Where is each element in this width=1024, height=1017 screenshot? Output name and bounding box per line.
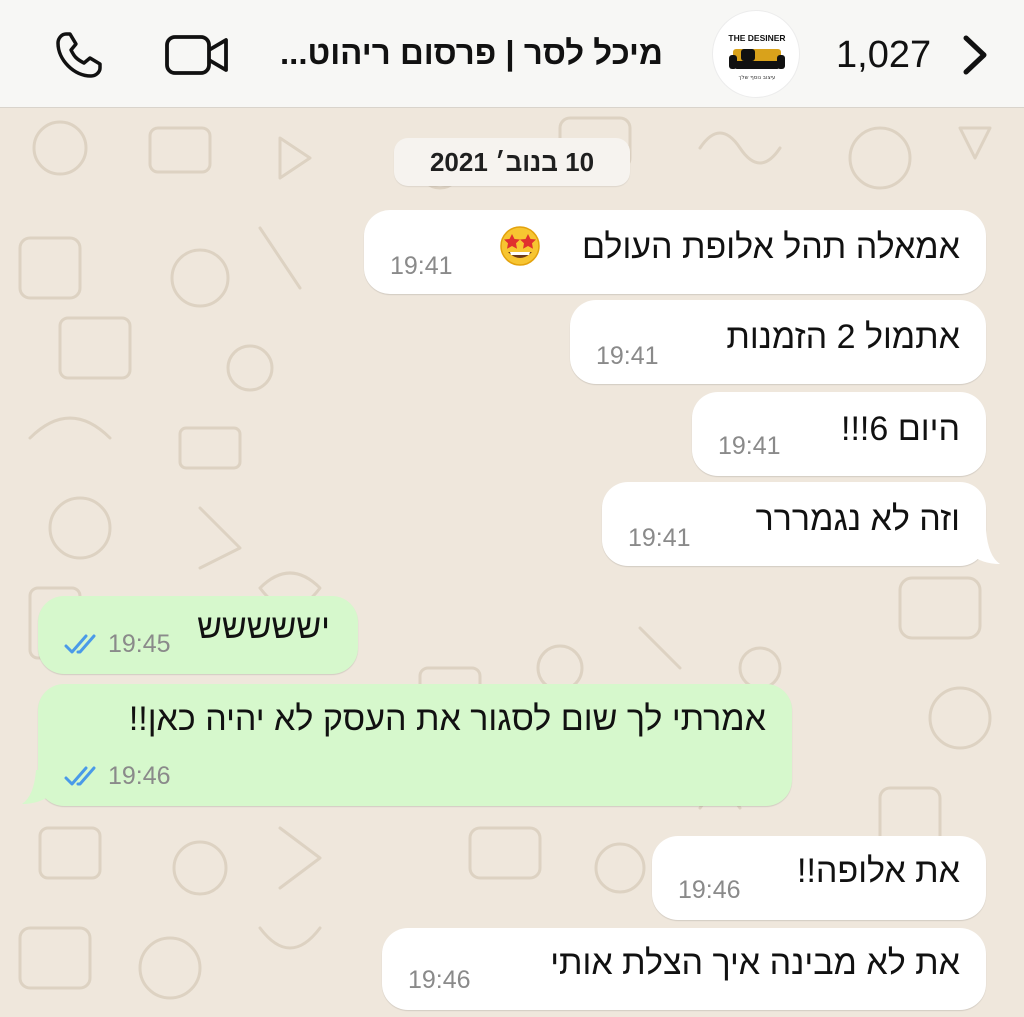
avatar[interactable]: THE DESINER עיצוב נוסף שלך [712, 10, 800, 98]
contact-name[interactable]: מיכל לסר | פרסום ריהוט... [280, 34, 690, 72]
message-text: את אלופה!! [797, 852, 960, 890]
message-time: 19:41 [596, 342, 659, 370]
read-receipt-icon [64, 634, 96, 654]
message-text: יששששש [197, 608, 330, 646]
star-struck-emoji-icon [500, 226, 540, 266]
chat-header: מיכל לסר | פרסום ריהוט... THE DESINER עי… [0, 0, 1024, 108]
date-separator: 10 בנוב׳ 2021 [394, 138, 630, 186]
video-call-icon[interactable] [164, 32, 230, 78]
message-text: וזה לא נגמררר [755, 500, 960, 538]
bubble-tail [970, 530, 1000, 564]
message-text: אמרתי לך שום לסגור את העסק לא יהיה כאן!! [128, 700, 766, 738]
message-time: 19:41 [718, 432, 781, 460]
logo-tagline: עיצוב נוסף שלך [739, 74, 776, 81]
bubble-tail [22, 770, 52, 804]
message-text: אמאלה תהל אלופת העולם [582, 228, 960, 266]
read-receipt-icon [64, 766, 96, 786]
message-time: 19:46 [678, 876, 741, 904]
logo-text: THE DESINER [728, 33, 785, 43]
message-time: 19:46 [408, 966, 471, 994]
message-time: 19:45 [108, 630, 171, 658]
message-text: את לא מבינה איך הצלת אותי [550, 944, 960, 982]
message-text: היום 6!!! [841, 410, 960, 448]
phone-call-icon[interactable] [52, 28, 106, 82]
message-text: אתמול 2 הזמנות [726, 318, 960, 356]
back-chevron-icon[interactable] [954, 30, 994, 80]
unread-count[interactable]: 1,027 [836, 34, 931, 77]
sofa-logo-icon: THE DESINER עיצוב נוסף שלך [728, 33, 785, 81]
message-time: 19:41 [390, 252, 453, 280]
message-time: 19:46 [108, 762, 171, 790]
message-time: 19:41 [628, 524, 691, 552]
